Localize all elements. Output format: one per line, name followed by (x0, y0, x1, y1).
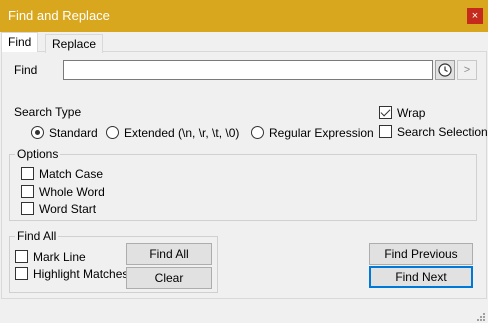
tab-replace[interactable]: Replace (45, 34, 104, 53)
wrap-label[interactable]: Wrap (397, 106, 425, 120)
search-selection-checkbox[interactable] (379, 125, 392, 138)
find-next-button[interactable]: Find Next (369, 266, 473, 288)
whole-word-label[interactable]: Whole Word (39, 185, 105, 199)
find-label: Find (14, 63, 38, 77)
resize-grip-icon[interactable] (475, 311, 486, 322)
search-selection-label[interactable]: Search Selection (397, 125, 488, 139)
find-previous-button[interactable]: Find Previous (369, 243, 473, 265)
highlight-matches-label[interactable]: Highlight Matches (33, 267, 128, 281)
word-start-label[interactable]: Word Start (39, 202, 96, 216)
wrap-checkbox[interactable] (379, 106, 392, 119)
whole-word-checkbox[interactable] (21, 185, 34, 198)
regex-radio[interactable] (251, 126, 264, 139)
match-case-checkbox[interactable] (21, 167, 34, 180)
search-type-label: Search Type (14, 105, 82, 119)
extended-label[interactable]: Extended (\n, \r, \t, \0) (124, 126, 239, 140)
search-history-button[interactable] (435, 60, 455, 80)
word-start-checkbox[interactable] (21, 202, 34, 215)
extended-radio[interactable] (106, 126, 119, 139)
go-button[interactable]: > (457, 60, 477, 80)
standard-radio[interactable] (31, 126, 44, 139)
mark-line-checkbox[interactable] (15, 250, 28, 263)
standard-label[interactable]: Standard (49, 126, 98, 140)
clear-button[interactable]: Clear (126, 267, 212, 289)
regex-label[interactable]: Regular Expression (269, 126, 374, 140)
find-input[interactable] (63, 60, 433, 80)
tab-find[interactable]: Find (1, 32, 39, 52)
clock-icon (438, 63, 452, 77)
find-all-button[interactable]: Find All (126, 243, 212, 265)
highlight-matches-checkbox[interactable] (15, 267, 28, 280)
mark-line-label[interactable]: Mark Line (33, 250, 86, 264)
close-button[interactable]: × (467, 8, 483, 24)
options-group-title: Options (15, 147, 61, 161)
find-all-group-title: Find All (15, 229, 59, 243)
window-title: Find and Replace (8, 8, 110, 23)
match-case-label[interactable]: Match Case (39, 167, 103, 181)
